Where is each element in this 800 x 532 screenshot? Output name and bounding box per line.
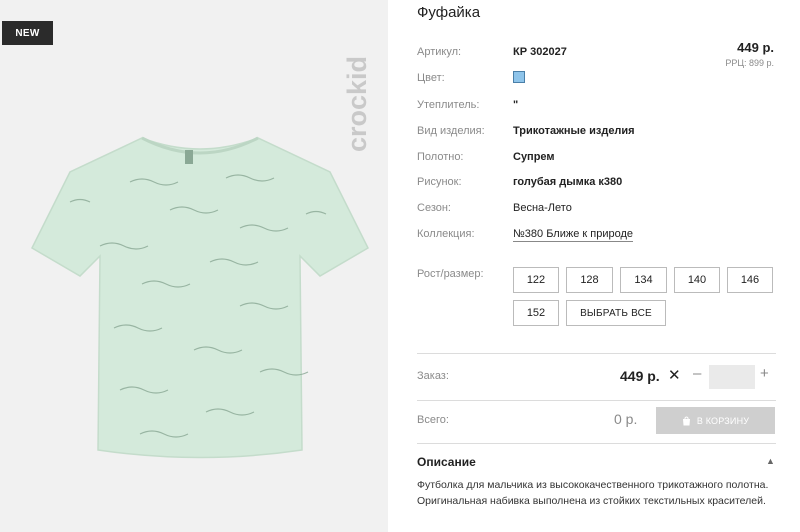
attr-label: Сезон: [417, 202, 451, 214]
attr-label: Утеплитель: [417, 99, 480, 111]
divider [417, 400, 776, 401]
divider [417, 443, 776, 444]
product-title: Фуфайка [417, 4, 481, 21]
size-button-140[interactable]: 140 [674, 267, 720, 293]
multiply-icon: ✕ [668, 367, 681, 384]
attr-value: Трикотажные изделия [513, 125, 635, 137]
add-to-cart-label: В КОРЗИНУ [696, 415, 750, 426]
attr-label: Коллекция: [417, 228, 475, 240]
total-label: Всего: [417, 414, 449, 426]
color-swatch[interactable] [513, 71, 525, 83]
size-button-122[interactable]: 122 [513, 267, 559, 293]
size-button-128[interactable]: 128 [566, 267, 613, 293]
attr-value: " [513, 99, 519, 111]
attr-value: голубая дымка к380 [513, 176, 623, 188]
collapse-caret-icon[interactable]: ▲ [766, 456, 775, 466]
attr-label: Цвет: [417, 72, 445, 84]
attr-value: Весна-Лето [513, 202, 572, 214]
add-to-cart-button[interactable]: В КОРЗИНУ [656, 407, 775, 434]
total-value: 0 р. [614, 411, 638, 427]
size-label: Рост/размер: [417, 268, 484, 280]
attr-label: Артикул: [417, 46, 462, 58]
size-button-152[interactable]: 152 [513, 300, 559, 326]
increase-quantity-button[interactable]: + [760, 365, 769, 382]
decrease-quantity-button[interactable]: – [693, 365, 701, 382]
order-price: 449 р. [620, 368, 660, 384]
order-label: Заказ: [417, 370, 449, 382]
shopping-bag-icon [682, 416, 690, 425]
new-badge: NEW [2, 21, 53, 45]
attr-value: КР 302027 [513, 46, 567, 58]
description-title[interactable]: Описание [417, 455, 476, 469]
description-text: Футболка для мальчика из высококачествен… [417, 479, 769, 507]
attr-label: Вид изделия: [417, 125, 485, 137]
recommended-retail-price: РРЦ: 899 р. [725, 58, 774, 68]
product-photo[interactable]: NEW crockid [0, 0, 388, 532]
tshirt-image [31, 136, 369, 459]
divider [417, 353, 776, 354]
select-all-sizes-button[interactable]: ВЫБРАТЬ ВСЕ [566, 300, 666, 326]
size-button-146[interactable]: 146 [727, 267, 773, 293]
product-price: 449 р. [737, 40, 774, 55]
collection-link[interactable]: №380 Ближе к природе [513, 228, 634, 242]
attr-value: Супрем [513, 151, 555, 163]
size-button-134[interactable]: 134 [620, 267, 667, 293]
quantity-input[interactable] [709, 365, 755, 389]
attr-label: Рисунок: [417, 176, 462, 188]
attr-label: Полотно: [417, 151, 464, 163]
